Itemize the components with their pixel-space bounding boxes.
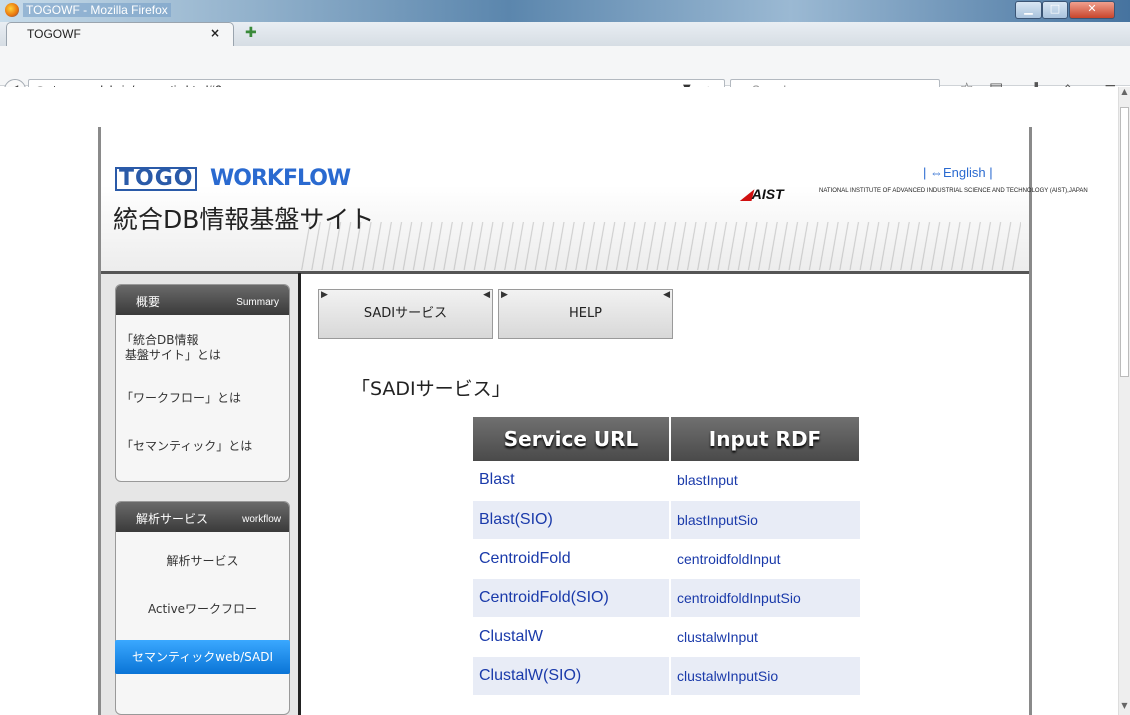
english-link[interactable]: | ⇔English | xyxy=(923,165,993,180)
table-row: Blast(SIO) blastInputSio xyxy=(473,500,860,540)
maximize-button[interactable]: □ xyxy=(1042,1,1068,19)
table-row: Blast blastInput xyxy=(473,461,860,501)
firefox-icon xyxy=(5,3,19,17)
arrow-left-icon: ◀ xyxy=(663,290,670,300)
aist-text: AIST xyxy=(751,186,784,202)
summary-header: 概要 Summary xyxy=(116,285,289,315)
input-rdf-link[interactable]: blastInputSio xyxy=(670,500,860,540)
sidebar: 概要 Summary 「統合DB情報 基盤サイト」とは 「ワークフロー」とは 「… xyxy=(101,274,298,715)
help-label: HELP xyxy=(568,306,603,321)
scroll-up-icon[interactable]: ▲ xyxy=(1119,87,1130,101)
workflow-header: 解析サービス workflow xyxy=(116,502,289,532)
service-url-link[interactable]: Blast xyxy=(473,461,671,501)
service-url-link[interactable]: ClustalW xyxy=(473,617,671,657)
sidebar-link-about-site[interactable]: 「統合DB情報 基盤サイト」とは xyxy=(121,333,221,363)
site-frame: TOGO WORKFLOW 統合DB情報基盤サイト | ⇔English | ◢… xyxy=(98,127,1088,715)
workflow-subtitle: workflow xyxy=(242,514,281,525)
browser-window: TOGOWF - Mozilla Firefox ▁ □ ✕ TOGOWF × … xyxy=(0,0,1130,715)
column-header-input-rdf: Input RDF xyxy=(670,417,861,461)
main-content: ▶ SADIサービス ◀ ▶ HELP ◀ 「SADIサービス」 Service… xyxy=(301,274,1029,715)
minimize-button[interactable]: ▁ xyxy=(1015,1,1042,19)
aist-mark: ◢AIST xyxy=(741,186,784,202)
aist-subtitle: NATIONAL INSTITUTE OF ADVANCED INDUSTRIA… xyxy=(819,188,1088,194)
table-row: ClustalW(SIO) clustalwInputSio xyxy=(473,656,860,696)
window-title: TOGOWF - Mozilla Firefox xyxy=(23,3,171,17)
tab-close-icon[interactable]: × xyxy=(210,26,220,40)
input-rdf-link[interactable]: centroidfoldInputSio xyxy=(670,578,860,618)
tab-label: TOGOWF xyxy=(27,27,81,41)
site-logo[interactable]: TOGO WORKFLOW xyxy=(115,166,351,197)
sidebar-item-analysis-service[interactable]: 解析サービス xyxy=(115,544,290,578)
input-rdf-link[interactable]: blastInput xyxy=(670,461,860,501)
sidebar-link-about-workflow[interactable]: 「ワークフロー」とは xyxy=(121,389,241,406)
close-icon: ✕ xyxy=(1087,2,1097,15)
sadi-service-label: SADIサービス xyxy=(363,306,448,321)
input-rdf-link[interactable]: clustalwInput xyxy=(670,617,860,657)
aist-logo[interactable]: ◢AIST NATIONAL INSTITUTE OF ADVANCED IND… xyxy=(741,184,1088,203)
sidebar-link-about-semantic[interactable]: 「セマンティック」とは xyxy=(121,437,252,454)
page-viewport: TOGO WORKFLOW 統合DB情報基盤サイト | ⇔English | ◢… xyxy=(0,87,1118,715)
arrow-right-icon: ▶ xyxy=(321,290,328,300)
summary-title: 概要 xyxy=(136,295,161,309)
maximize-icon: □ xyxy=(1049,2,1061,15)
workflow-title: 解析サービス xyxy=(136,512,209,526)
new-tab-icon[interactable]: ✚ xyxy=(245,25,257,41)
column-header-service-url: Service URL xyxy=(473,417,671,461)
scroll-thumb[interactable] xyxy=(1120,107,1129,377)
input-rdf-link[interactable]: centroidfoldInput xyxy=(670,539,860,579)
minimize-icon: ▁ xyxy=(1024,2,1033,15)
logo-workflow: WORKFLOW xyxy=(210,166,351,191)
summary-subtitle: Summary xyxy=(236,297,279,308)
vertical-scrollbar[interactable]: ▲ ▼ xyxy=(1118,87,1130,715)
service-url-link[interactable]: Blast(SIO) xyxy=(473,500,671,540)
scroll-down-icon[interactable]: ▼ xyxy=(1119,701,1130,715)
table-row: CentroidFold centroidfoldInput xyxy=(473,539,860,579)
close-window-button[interactable]: ✕ xyxy=(1069,1,1115,19)
sadi-service-button[interactable]: ▶ SADIサービス ◀ xyxy=(318,289,493,339)
service-url-link[interactable]: ClustalW(SIO) xyxy=(473,656,671,696)
help-button[interactable]: ▶ HELP ◀ xyxy=(498,289,673,339)
page-title: 「SADIサービス」 xyxy=(351,378,511,400)
logo-togo: TOGO xyxy=(115,167,198,191)
header-decoration xyxy=(301,222,1021,270)
site-header: TOGO WORKFLOW 統合DB情報基盤サイト | ⇔English | ◢… xyxy=(101,127,1088,273)
window-titlebar[interactable]: TOGOWF - Mozilla Firefox ▁ □ ✕ xyxy=(0,0,1130,22)
table-row: ClustalW clustalwInput xyxy=(473,617,860,657)
input-rdf-link[interactable]: clustalwInputSio xyxy=(670,656,860,696)
sidebar-item-semantic-web[interactable]: セマンティックweb/SADI xyxy=(115,640,290,674)
browser-tab[interactable]: TOGOWF × xyxy=(6,22,234,46)
sadi-service-table: Service URL Input RDF Blast blastInput Bl… xyxy=(473,417,861,696)
arrow-right-icon: ▶ xyxy=(501,290,508,300)
service-url-link[interactable]: CentroidFold(SIO) xyxy=(473,578,671,618)
table-row: CentroidFold(SIO) centroidfoldInputSio xyxy=(473,578,860,618)
service-url-link[interactable]: CentroidFold xyxy=(473,539,671,579)
sidebar-item-active-workflow[interactable]: Activeワークフロー xyxy=(115,592,290,626)
arrow-left-icon: ◀ xyxy=(483,290,490,300)
